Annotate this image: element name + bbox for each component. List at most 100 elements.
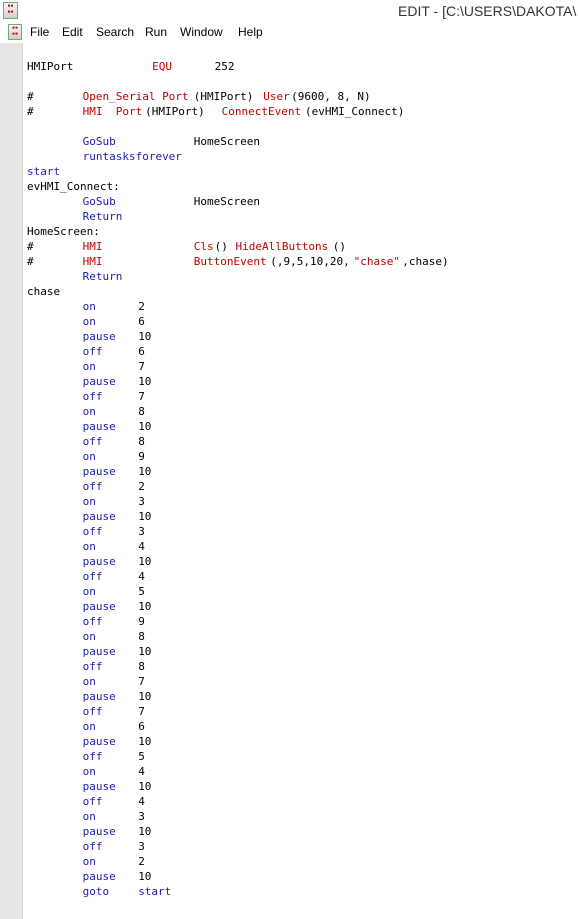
code-token: off [82,660,103,673]
code-token: # [27,240,34,253]
code-token: 3 [138,840,145,853]
code-token: pause [82,330,116,343]
code-token: HomeScreen [193,135,261,148]
code-token: (HMIPort) [193,90,261,103]
code-token: (HMIPort) [145,105,218,118]
code-token: start [27,165,61,178]
menu-help[interactable]: Help [238,25,263,39]
document-icon[interactable]: ▪▪ ▪▪ [8,24,22,40]
code-token: runtasksforever [82,150,182,163]
code-token: 5 [138,750,145,763]
code-token: 6 [138,720,145,733]
code-token: on [82,585,96,598]
code-token: off [82,750,103,763]
code-token: ConnectEvent [221,105,302,118]
code-token: on [82,405,96,418]
code-token: 4 [138,765,145,778]
code-token: on [82,360,96,373]
code-token: off [82,840,103,853]
code-token: HomeScreen: [27,225,100,238]
code-token: goto [82,885,110,898]
code-token: 6 [138,315,145,328]
code-token: HMI [82,255,103,268]
code-token: pause [82,375,116,388]
code-editor[interactable]: HMIPort EQU 252 # Open_Serial Port (HMIPort) … [23,43,578,919]
code-token: () [332,240,347,253]
code-token: pause [82,780,116,793]
code-token: 10 [138,690,152,703]
code-token: 10 [138,780,152,793]
code-token: 8 [138,630,145,643]
code-token: pause [82,825,116,838]
code-token: off [82,570,103,583]
code-token: 8 [138,660,145,673]
menu-window[interactable]: Window [180,25,223,39]
code-token: (,9,5,10,20, [270,255,350,268]
code-token: HMI [82,240,103,253]
code-token: pause [82,870,116,883]
code-token: on [82,315,96,328]
code-token: 9 [138,615,145,628]
code-token: 10 [138,600,152,613]
code-token: pause [82,690,116,703]
code-token: 4 [138,570,145,583]
code-token: 7 [138,675,145,688]
code-token: 2 [138,300,145,313]
code-token: 10 [138,465,152,478]
code-token: 10 [138,375,152,388]
menu-search[interactable]: Search [96,25,134,39]
code-token: on [82,300,96,313]
code-token: pause [82,420,116,433]
menu-file[interactable]: File [30,25,49,39]
code-token: 10 [138,330,152,343]
code-token: 7 [138,705,145,718]
code-token: 8 [138,435,145,448]
code-token: pause [82,735,116,748]
code-token: on [82,720,96,733]
code-token: Open_Serial Port [82,90,189,103]
code-token: pause [82,510,116,523]
code-token: off [82,705,103,718]
code-token: pause [82,600,116,613]
code-token: on [82,810,96,823]
code-token: start [138,885,172,898]
code-token: off [82,615,103,628]
code-token: 9 [138,450,145,463]
menu-run[interactable]: Run [145,25,167,39]
code-token: 4 [138,795,145,808]
title-bar: ▪▪ ▪▪ EDIT - [C:\USERS\DAKOTA\ [0,0,578,22]
code-token: 10 [138,870,152,883]
code-token: off [82,390,103,403]
code-token: EQU [152,60,172,73]
code-token: 252 [214,60,235,73]
code-token: Cls [193,240,214,253]
code-token: evHMI_Connect: [27,180,120,193]
editor-gutter [0,43,23,919]
code-token: Return [82,210,123,223]
code-token: off [82,345,103,358]
code-token: pause [82,465,116,478]
code-token: off [82,480,103,493]
menu-bar: ▪▪ ▪▪ File Edit Search Run Window Help [0,22,578,43]
code-token: User [263,90,290,103]
code-token: 10 [138,420,152,433]
code-token: ButtonEvent [193,255,267,268]
code-token: (9600, 8, N) [291,90,371,103]
menu-edit[interactable]: Edit [62,25,83,39]
code-token: () [214,240,235,253]
code-token: 10 [138,555,152,568]
code-token: on [82,630,96,643]
code-token: off [82,525,103,538]
code-token: on [82,495,96,508]
code-token: 10 [138,735,152,748]
code-token: GoSub [82,195,116,208]
code-token: off [82,795,103,808]
code-token: Return [82,270,123,283]
code-token: 6 [138,345,145,358]
code-token: ,chase) [402,255,449,268]
code-token: 10 [138,510,152,523]
code-token: 8 [138,405,145,418]
app-icon: ▪▪ ▪▪ [3,2,18,19]
code-token: on [82,450,96,463]
code-token: 10 [138,645,152,658]
